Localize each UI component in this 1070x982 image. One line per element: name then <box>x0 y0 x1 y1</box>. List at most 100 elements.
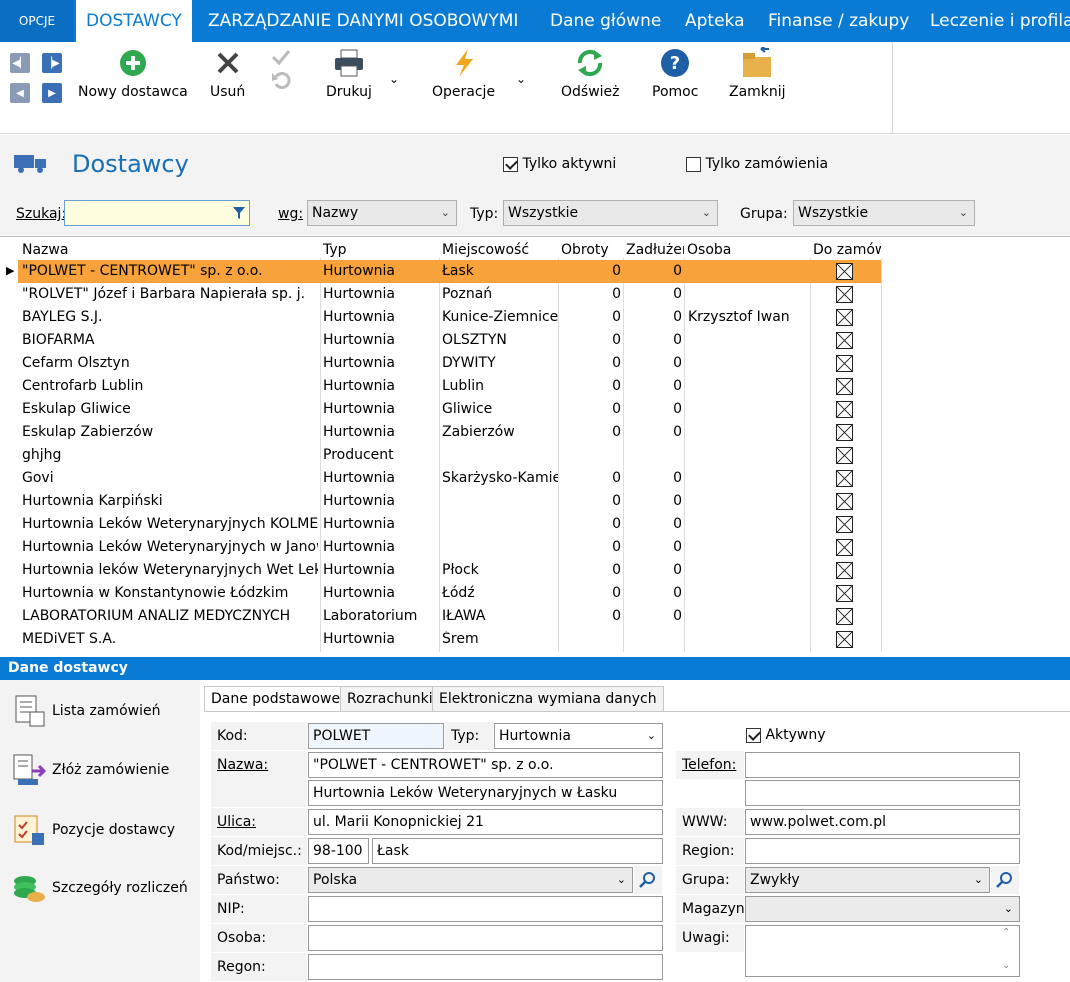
order-flag-checkbox[interactable] <box>836 585 853 602</box>
grupa-lookup-button[interactable] <box>991 866 1019 894</box>
order-flag-checkbox[interactable] <box>836 263 853 280</box>
order-flag-checkbox[interactable] <box>836 447 853 464</box>
group-filter-select[interactable]: Wszystkie ⌄ <box>793 200 975 226</box>
table-row[interactable]: Hurtownia w Konstantynowie Łódzkim Hurtow… <box>18 582 881 605</box>
table-row[interactable]: BIOFARMA Hurtownia OLSZTYN 0 0 <box>18 329 881 352</box>
delete-button[interactable]: Usuń <box>210 46 245 100</box>
table-row[interactable]: "ROLVET" Józef i Barbara Napierała sp. j… <box>18 283 881 306</box>
search-input[interactable] <box>64 200 250 226</box>
col-header-zadluzenie[interactable]: Zadłużer <box>626 242 684 258</box>
operations-dropdown-chevron-icon[interactable]: ⌄ <box>516 72 526 86</box>
panstwo-select[interactable]: Polska ⌄ <box>308 867 633 893</box>
aktywny-checkbox[interactable]: Aktywny <box>746 727 826 743</box>
order-flag-checkbox[interactable] <box>836 562 853 579</box>
grupa-select[interactable]: Zwykły ⌄ <box>745 867 990 893</box>
table-row[interactable]: "POLWET - CENTROWET" sp. z o.o. Hurtownia… <box>18 260 881 283</box>
scroll-down-icon[interactable]: ⌄ <box>1002 960 1010 971</box>
col-header-nazwa[interactable]: Nazwa <box>22 242 68 258</box>
magazyn-select[interactable]: ⌄ <box>745 896 1020 922</box>
order-flag-checkbox[interactable] <box>836 424 853 441</box>
order-flag-checkbox[interactable] <box>836 631 853 648</box>
nip-field[interactable] <box>308 896 663 922</box>
telefon-field-1[interactable] <box>745 752 1020 778</box>
only-active-checkbox[interactable]: Tylko aktywni <box>503 156 616 172</box>
first-record-icon[interactable]: ◀▏ <box>10 53 30 73</box>
osoba-field[interactable] <box>308 925 663 951</box>
type-filter-select[interactable]: Wszystkie ⌄ <box>503 200 718 226</box>
col-header-typ[interactable]: Typ <box>323 242 347 258</box>
print-button[interactable]: Drukuj <box>326 46 372 100</box>
city-field[interactable]: Łask <box>372 838 663 864</box>
table-row[interactable]: Hurtownia Leków Weterynaryjnych KOLME Hur… <box>18 513 881 536</box>
order-flag-checkbox[interactable] <box>836 539 853 556</box>
order-flag-checkbox[interactable] <box>836 332 853 349</box>
confirm-button[interactable] <box>270 46 292 90</box>
only-active-check-icon[interactable] <box>503 156 518 172</box>
last-record-icon[interactable]: ▕▶ <box>42 53 62 73</box>
tab-elektroniczna-wymiana[interactable]: Elektroniczna wymiana danych <box>432 686 664 712</box>
tab-dostawcy[interactable]: DOSTAWCY <box>76 0 192 42</box>
postal-code-field[interactable]: 98-100 <box>308 838 369 864</box>
tab-apteka[interactable]: Apteka <box>675 0 755 42</box>
new-supplier-button[interactable]: Nowy dostawca <box>78 46 188 100</box>
order-flag-checkbox[interactable] <box>836 470 853 487</box>
operations-button[interactable]: Operacje <box>432 46 495 100</box>
table-row[interactable]: Hurtownia Leków Weterynaryjnych w Janowc… <box>18 536 881 559</box>
place-order-button[interactable]: Złóż zamówienie <box>12 753 169 787</box>
scroll-up-icon[interactable]: ⌃ <box>1002 927 1010 938</box>
tab-dane-podstawowe[interactable]: Dane podstawowe <box>204 686 348 712</box>
tab-finanse-zakupy[interactable]: Finanse / zakupy <box>758 0 919 42</box>
order-flag-checkbox[interactable] <box>836 378 853 395</box>
help-button[interactable]: ? Pomoc <box>652 46 698 100</box>
order-flag-checkbox[interactable] <box>836 355 853 372</box>
aktywny-check-icon[interactable] <box>746 727 761 743</box>
order-flag-checkbox[interactable] <box>836 516 853 533</box>
table-row[interactable]: LABORATORIUM ANALIZ MEDYCZNYCH Laboratori… <box>18 605 881 628</box>
tab-zarzadzanie-danymi[interactable]: ZARZĄDZANIE DANYMI OSOBOWYMI <box>198 0 528 42</box>
table-row[interactable]: Eskulap Gliwice Hurtownia Gliwice 0 0 <box>18 398 881 421</box>
col-header-miejscowosc[interactable]: Miejscowość <box>442 242 529 258</box>
table-row[interactable]: Hurtownia leków Weterynaryjnych Wet Lek H… <box>18 559 881 582</box>
telefon-field-2[interactable] <box>745 780 1020 806</box>
www-field[interactable]: www.polwet.com.pl <box>745 809 1020 835</box>
table-row[interactable]: Eskulap Zabierzów Hurtownia Zabierzów 0 0 <box>18 421 881 444</box>
regon-field[interactable] <box>308 954 663 980</box>
col-header-do-zamowienia[interactable]: Do zamów <box>813 242 881 258</box>
options-button[interactable]: OPCJE <box>0 0 74 42</box>
table-row[interactable]: Cefarm Olsztyn Hurtownia DYWITY 0 0 <box>18 352 881 375</box>
ulica-field[interactable]: ul. Marii Konopnickiej 21 <box>308 809 663 835</box>
table-row[interactable]: Govi Hurtownia Skarżysko-Kamienna 0 0 <box>18 467 881 490</box>
order-flag-checkbox[interactable] <box>836 286 853 303</box>
col-header-obroty[interactable]: Obroty <box>561 242 609 258</box>
typ-select[interactable]: Hurtownia ⌄ <box>494 723 663 749</box>
tab-dane-glowne[interactable]: Dane główne <box>540 0 671 42</box>
refresh-button[interactable]: Odśwież <box>561 46 620 100</box>
close-button[interactable]: Zamknij <box>729 46 786 100</box>
nazwa-field-2[interactable]: Hurtownia Leków Weterynaryjnych w Łasku <box>308 780 663 806</box>
region-field[interactable] <box>745 838 1020 864</box>
search-by-select[interactable]: Nazwy ⌄ <box>307 200 457 226</box>
only-orders-checkbox[interactable]: Tylko zamówienia <box>686 156 828 172</box>
orders-list-button[interactable]: Lista zamówień <box>12 694 160 728</box>
table-row[interactable]: ghjhg Producent <box>18 444 881 467</box>
next-record-icon[interactable]: ▶ <box>42 83 62 103</box>
supplier-items-button[interactable]: Pozycje dostawcy <box>12 813 175 847</box>
filter-funnel-icon[interactable] <box>232 206 246 220</box>
nazwa-field-1[interactable]: "POLWET - CENTROWET" sp. z o.o. <box>308 752 663 778</box>
tab-leczenie[interactable]: Leczenie i profilak <box>920 0 1070 42</box>
kod-field[interactable]: POLWET <box>308 723 444 749</box>
tab-rozrachunki[interactable]: Rozrachunki <box>340 686 440 712</box>
only-orders-check-icon[interactable] <box>686 156 701 172</box>
col-header-osoba[interactable]: Osoba <box>687 242 731 258</box>
print-dropdown-chevron-icon[interactable]: ⌄ <box>389 72 399 86</box>
order-flag-checkbox[interactable] <box>836 493 853 510</box>
panstwo-lookup-button[interactable] <box>634 866 662 894</box>
order-flag-checkbox[interactable] <box>836 401 853 418</box>
table-row[interactable]: Centrofarb Lublin Hurtownia Lublin 0 0 <box>18 375 881 398</box>
table-row[interactable]: BAYLEG S.J. Hurtownia Kunice-Ziemnice 0 0 Krz… <box>18 306 881 329</box>
order-flag-checkbox[interactable] <box>836 309 853 326</box>
table-row[interactable]: MEDiVET S.A. Hurtownia Śrem <box>18 628 881 651</box>
order-flag-checkbox[interactable] <box>836 608 853 625</box>
table-row[interactable]: Hurtownia Karpiński Hurtownia 0 0 <box>18 490 881 513</box>
prev-record-icon[interactable]: ◀ <box>10 83 30 103</box>
